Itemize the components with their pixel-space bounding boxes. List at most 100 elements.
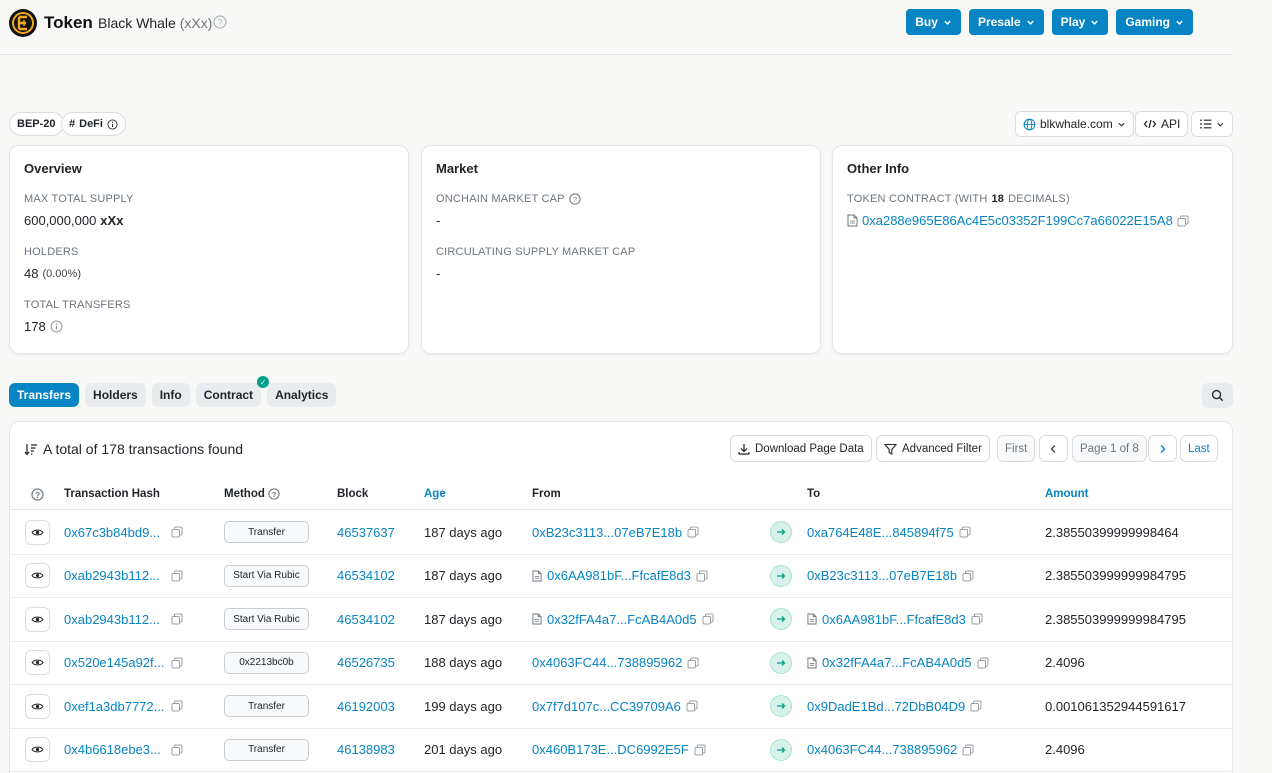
download-icon	[738, 443, 750, 455]
buy-label: Buy	[915, 15, 938, 29]
block-link[interactable]: 46537637	[337, 525, 395, 540]
standard-tag[interactable]: BEP-20	[9, 112, 64, 136]
tab-contract[interactable]: Contract ✓	[195, 376, 270, 407]
next-page-button[interactable]	[1148, 435, 1177, 462]
copy-icon[interactable]	[687, 526, 699, 538]
max-supply-symbol: xXx	[100, 213, 124, 228]
copy-icon[interactable]	[686, 700, 698, 712]
copy-icon[interactable]	[171, 526, 183, 538]
copy-icon[interactable]	[171, 744, 183, 756]
from-address-link[interactable]: 0xB23c3113...07eB7E18b	[532, 525, 682, 540]
from-address-link[interactable]: 0x460B173E...DC6992E5F	[532, 742, 689, 757]
api-label: API	[1161, 117, 1181, 131]
max-supply-value: 600,000,000 xXx	[24, 213, 394, 228]
token-contract-value: 0xa288e965E86Ac4E5c03352F199Cc7a66022E15…	[847, 213, 1218, 228]
info-icon[interactable]	[50, 320, 63, 333]
token-name-text: Black Whale	[98, 15, 176, 31]
to-address-link[interactable]: 0xB23c3113...07eB7E18b	[807, 568, 957, 583]
amount-text: 2.38550399999998464	[1045, 524, 1179, 540]
eye-icon	[31, 746, 44, 753]
amount-text: 2.385503999999984795	[1045, 611, 1186, 627]
view-details-button[interactable]	[25, 519, 50, 545]
tab-analytics[interactable]: Analytics	[267, 383, 337, 407]
view-details-button[interactable]	[25, 650, 50, 676]
svg-text:?: ?	[217, 18, 222, 28]
tab-info[interactable]: Info	[151, 383, 190, 407]
copy-icon[interactable]	[171, 613, 183, 625]
help-icon[interactable]: ?	[569, 193, 581, 205]
copy-icon[interactable]	[971, 613, 983, 625]
to-address-link[interactable]: 0x32fFA4a7...FcAB4A0d5	[822, 655, 972, 670]
tx-hash-link[interactable]: 0xab2943b112...	[64, 568, 160, 583]
from-cell: 0x460B173E...DC6992E5F	[532, 729, 706, 772]
category-tag[interactable]: # DeFi	[61, 112, 126, 136]
copy-icon[interactable]	[694, 744, 706, 756]
from-address-link[interactable]: 0x7f7d107c...CC39709A6	[532, 699, 681, 714]
first-page-button[interactable]: First	[997, 435, 1036, 462]
token-contract-link[interactable]: 0xa288e965E86Ac4E5c03352F199Cc7a66022E15…	[862, 213, 1173, 228]
copy-icon[interactable]	[1177, 215, 1189, 227]
play-button[interactable]: Play	[1051, 9, 1109, 35]
block-link[interactable]: 46534102	[337, 568, 395, 583]
copy-icon[interactable]	[687, 657, 699, 669]
copy-icon[interactable]	[171, 570, 183, 582]
to-address-link[interactable]: 0x6AA981bF...FfcafE8d3	[822, 612, 966, 627]
help-icon[interactable]: ?	[268, 488, 280, 500]
from-address-link[interactable]: 0x4063FC44...738895962	[532, 655, 682, 670]
help-icon[interactable]: ?	[213, 15, 227, 29]
method-badge: Transfer	[224, 738, 309, 761]
tx-hash-link[interactable]: 0xef1a3db7772...	[64, 699, 164, 714]
copy-icon[interactable]	[962, 570, 974, 582]
sort-desc-icon[interactable]	[24, 443, 38, 456]
tx-hash-link[interactable]: 0x67c3b84bd9...	[64, 525, 160, 540]
copy-icon[interactable]	[977, 657, 989, 669]
gaming-button[interactable]: Gaming	[1116, 9, 1193, 35]
presale-button[interactable]: Presale	[968, 9, 1044, 35]
tab-transfers[interactable]: Transfers	[9, 383, 80, 407]
block-link[interactable]: 46526735	[337, 655, 395, 670]
tx-hash-link[interactable]: 0x520e145a92f...	[64, 655, 164, 670]
tx-hash-link[interactable]: 0x4b6618ebe3...	[64, 742, 161, 757]
eye-icon	[31, 659, 44, 666]
presale-label: Presale	[977, 15, 1021, 29]
api-button[interactable]: API	[1135, 111, 1189, 137]
col-amount[interactable]: Amount	[1045, 488, 1088, 500]
tab-holders[interactable]: Holders	[85, 383, 146, 407]
block-link[interactable]: 46138983	[337, 742, 395, 757]
col-age[interactable]: Age	[424, 488, 446, 500]
copy-icon[interactable]	[702, 613, 714, 625]
buy-button[interactable]: Buy	[906, 9, 961, 35]
copy-icon[interactable]	[959, 526, 971, 538]
from-address-link[interactable]: 0x6AA981bF...FfcafE8d3	[547, 568, 691, 583]
copy-icon[interactable]	[970, 700, 982, 712]
download-page-data-button[interactable]: Download Page Data	[730, 435, 872, 462]
view-details-button[interactable]	[25, 693, 50, 719]
from-address-link[interactable]: 0x32fFA4a7...FcAB4A0d5	[547, 612, 697, 627]
view-details-button[interactable]	[25, 563, 50, 589]
from-cell: 0x32fFA4a7...FcAB4A0d5	[532, 598, 714, 641]
to-address-link[interactable]: 0xa764E48E...845894f75	[807, 525, 954, 540]
tx-hash-link[interactable]: 0xab2943b112...	[64, 612, 160, 627]
copy-icon[interactable]	[171, 700, 183, 712]
chevron-down-icon	[1176, 20, 1183, 25]
copy-icon[interactable]	[962, 744, 974, 756]
to-address-link[interactable]: 0x9DadE1Bd...72DbB04D9	[807, 699, 965, 714]
block-link[interactable]: 46534102	[337, 612, 395, 627]
website-label: blkwhale.com	[1040, 117, 1113, 131]
view-details-button[interactable]	[25, 606, 50, 632]
chevron-down-icon	[1091, 20, 1099, 25]
svg-text:?: ?	[572, 195, 576, 204]
advanced-filter-button[interactable]: Advanced Filter	[876, 435, 990, 462]
copy-icon[interactable]	[696, 570, 708, 582]
copy-icon[interactable]	[171, 657, 183, 669]
method-badge: Transfer	[224, 695, 309, 718]
search-button[interactable]	[1202, 383, 1233, 408]
prev-page-button[interactable]	[1039, 435, 1068, 462]
last-page-button[interactable]: Last	[1180, 435, 1218, 462]
website-dropdown[interactable]: blkwhale.com	[1015, 111, 1134, 137]
block-link[interactable]: 46192003	[337, 699, 395, 714]
help-icon[interactable]: ?	[31, 488, 44, 501]
more-options-dropdown[interactable]	[1191, 111, 1233, 137]
view-details-button[interactable]	[25, 737, 50, 763]
to-address-link[interactable]: 0x4063FC44...738895962	[807, 742, 957, 757]
